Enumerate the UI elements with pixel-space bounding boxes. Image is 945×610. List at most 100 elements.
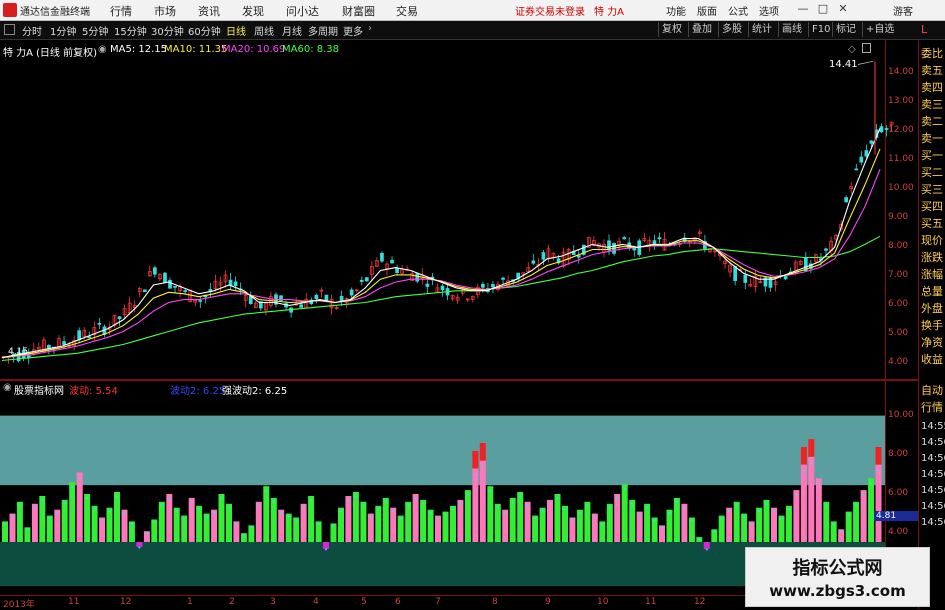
tool-mark[interactable]: 标记 [832,22,859,37]
indicator-dot [377,508,380,511]
indicator-dot [511,501,514,503]
indicator-dot [698,537,701,540]
period-5min[interactable]: 5分钟 [82,23,108,38]
menu-formula[interactable]: 公式 [728,3,748,18]
menu-trade[interactable]: 交易 [396,3,418,19]
side-item-21[interactable]: 行情 [921,401,945,415]
grid-icon[interactable] [4,24,15,35]
indicator-dot [429,511,432,514]
indicator-dot [190,501,193,503]
indicator-dot [787,508,790,511]
tool-draw-line[interactable]: 画线 [778,22,805,37]
side-item-2[interactable]: 卖五 [921,64,945,78]
side-item-3[interactable]: 卖四 [921,81,945,95]
settings-circle-icon[interactable]: ◉ [98,44,107,55]
user-guest[interactable]: 游客 [893,3,913,18]
side-item-1[interactable]: 委比 [921,47,945,61]
side-item-13[interactable]: 涨跌 [921,251,945,265]
menu-options[interactable]: 选项 [759,3,779,18]
side-item-15[interactable]: 总量 [921,285,945,299]
indicator-bar [845,511,852,542]
indicator-bar [815,478,822,542]
indicator-title: 股票指标网 [14,386,64,397]
minimize-button[interactable]: — [796,2,810,16]
side-item-4[interactable]: 卖三 [921,98,945,112]
candle-body [163,272,167,283]
side-item-8[interactable]: 买二 [921,166,945,180]
indicator-bar [166,494,173,542]
menu-news[interactable]: 资讯 [198,3,220,19]
period-weekly[interactable]: 周线 [254,23,274,38]
period-daily[interactable]: 日线 [226,23,246,38]
menu-wealth-circle[interactable]: 财富圈 [342,3,375,19]
period-intraday[interactable]: 分时 [22,23,42,38]
indicator-dot [795,493,798,496]
ma5-line [1,128,881,359]
indicator-dot [295,519,298,522]
side-item-6[interactable]: 卖一 [921,132,945,146]
side-item-20[interactable]: 自动 [921,384,945,398]
indicator-bar [226,503,232,542]
menu-discover[interactable]: 发现 [242,3,264,19]
menu-market[interactable]: 市场 [154,3,176,19]
indicator-bar [576,509,583,542]
menu-quotes[interactable]: 行情 [110,3,132,19]
tool-add-watchlist[interactable]: +自选 [862,22,897,37]
indicator-bar [61,499,68,542]
period-monthly[interactable]: 月线 [282,23,302,38]
indicator-dot [108,510,111,513]
indicator-settings-icon[interactable]: ◉ [3,382,12,393]
period-30min[interactable]: 30分钟 [151,23,184,38]
indicator-bar [554,494,561,542]
side-item-5[interactable]: 卖二 [921,115,945,129]
side-item-10[interactable]: 买四 [921,200,945,214]
price-y-tick: 7.00 [888,270,909,281]
tool-f10[interactable]: F10 [808,22,833,37]
tool-overlay[interactable]: 叠加 [688,22,715,37]
indicator-dot [541,510,544,513]
indicator-bar [352,492,359,542]
indicator-bar [666,509,673,542]
menu-layout[interactable]: 版面 [697,3,717,18]
candle-body [62,341,66,345]
login-notice[interactable]: 证券交易未登录 [515,3,585,18]
period-more[interactable]: 更多 [343,23,363,38]
side-item-7[interactable]: 买一 [921,149,945,163]
tool-multi-stock[interactable]: 多股 [718,22,745,37]
side-item-17[interactable]: 换手 [921,319,945,333]
side-item-19[interactable]: 收益 [921,353,945,367]
indicator-bar [255,501,262,542]
indicator-dot [78,477,81,480]
diamond-icon[interactable]: ◇ [848,44,856,55]
side-item-0[interactable]: L [921,23,945,37]
indicator-dot [86,497,89,500]
indicator-dot [601,522,604,525]
side-item-18[interactable]: 净资 [921,336,945,350]
side-item-12[interactable]: 现价 [921,234,945,248]
indicator-dot [765,502,768,505]
candle-body [97,322,102,325]
menu-ask-xiaoda[interactable]: 问小达 [286,3,319,19]
date-label: 12 [120,597,132,607]
side-item-11[interactable]: 买五 [921,217,945,231]
close-button[interactable]: ✕ [836,2,850,16]
tool-statistics[interactable]: 统计 [748,22,775,37]
price-chart[interactable] [0,40,918,380]
side-item-16[interactable]: 外盘 [921,302,945,316]
indicator-dot [228,506,230,509]
indicator-bar [763,499,770,542]
period-15min[interactable]: 15分钟 [114,23,147,38]
tool-restore-rights[interactable]: 复权 [658,22,685,37]
period-1min[interactable]: 1分钟 [50,23,76,38]
chevron-right-icon[interactable]: › [368,23,372,34]
indicator-dot [235,522,238,525]
indicator-dot [832,522,835,525]
indicator-dot [265,490,268,492]
panel-toggle-icon[interactable] [862,43,871,53]
period-multi[interactable]: 多周期 [308,23,338,38]
period-60min[interactable]: 60分钟 [188,23,221,38]
maximize-button[interactable]: □ [816,2,830,16]
menu-function[interactable]: 功能 [666,3,686,18]
side-item-14[interactable]: 涨幅 [921,268,945,282]
side-item-9[interactable]: 买三 [921,183,945,197]
